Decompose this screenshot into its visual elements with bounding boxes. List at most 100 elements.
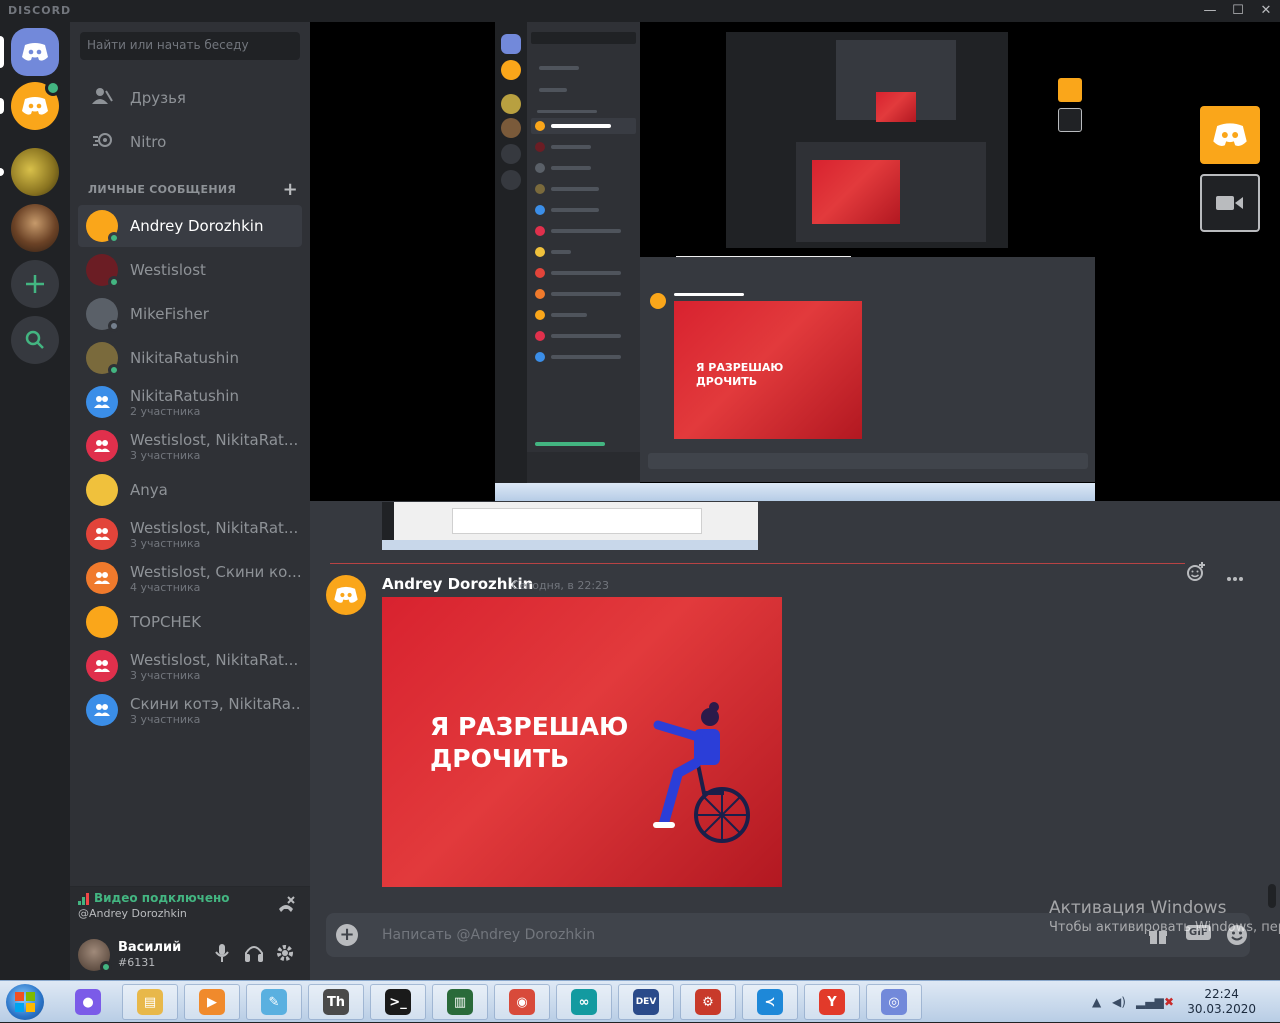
server-icon-face[interactable] [11,204,59,252]
message-avatar[interactable] [326,575,366,615]
message-image[interactable]: Я РАЗРЕШАЮ ДРОЧИТЬ [382,597,782,887]
devcpp-icon: DEV [633,989,659,1015]
taskbar-app[interactable]: ▤ [122,984,178,1020]
dm-item[interactable]: Anya [78,469,302,511]
dm-name: NikitaRatushin [130,349,239,367]
more-options-button[interactable] [1226,566,1244,587]
image-caption-line1: Я РАЗРЕШАЮ [430,712,629,741]
media-player-icon: ▶ [199,989,225,1015]
dm-item[interactable]: Westislost, NikitaRat... 3 участника [78,513,302,555]
search-input[interactable]: Найти или начать беседу [80,32,300,60]
disconnect-call-button[interactable] [276,895,296,920]
group-icon [94,440,110,452]
discord-logo-icon [334,586,358,603]
group-icon [94,396,110,408]
group-icon [94,660,110,672]
taskbar-app[interactable]: ▶ [184,984,240,1020]
home-button[interactable] [11,28,59,76]
volume-icon[interactable]: ◀) [1112,995,1126,1009]
taskbar-app[interactable]: ● [60,984,116,1020]
file-explorer-icon: ▤ [137,989,163,1015]
stream-taskbar [495,483,1095,501]
user-avatar [86,254,120,288]
dm-text: Westislost, NikitaRat... 3 участника [130,519,298,550]
dm-text: Westislost [130,261,206,279]
add-server-button[interactable] [11,260,59,308]
dm-item[interactable]: Westislost, NikitaRat... 3 участника [78,645,302,687]
maximize-button[interactable]: ☐ [1228,2,1248,20]
dm-item[interactable]: Andrey Dorozhkin [78,205,302,247]
stream-image-text: Я РАЗРЕШАЮ ДРОЧИТЬ [696,361,784,388]
taskbar-app[interactable]: ◎ [866,984,922,1020]
wheelchair-person-illustration [653,702,750,843]
dm-text: Westislost, NikitaRat... 3 участника [130,431,298,462]
dm-item[interactable]: Westislost, NikitaRat... 3 участника [78,425,302,467]
dm-text: Andrey Dorozhkin [130,217,263,235]
taskbar-app[interactable]: ∞ [556,984,612,1020]
dm-item[interactable]: MikeFisher [78,293,302,335]
dm-text: Westislost, Скини ко... 4 участника [130,563,302,594]
user-avatar[interactable] [78,939,112,973]
status-indicator-icon [108,276,120,288]
dm-name: Anya [130,481,168,499]
windows-logo-icon [15,992,35,1012]
dm-name: TOPCHEK [130,613,202,631]
close-button[interactable]: ✕ [1256,2,1276,20]
search-icon [25,330,44,349]
more-icon [1227,577,1243,581]
system-clock[interactable]: 22:24 30.03.2020 [1187,987,1256,1017]
create-dm-button[interactable]: + [283,179,298,200]
dm-text: Westislost, NikitaRat... 3 участника [130,651,298,682]
taskbar-app[interactable]: Y [804,984,860,1020]
taskbar-app[interactable]: ⚙ [680,984,736,1020]
network-icon[interactable]: ▂▄▆ [1136,995,1164,1009]
security-alert-icon[interactable]: ✖ [1164,995,1174,1009]
embedded-screenshot[interactable] [382,502,758,550]
dm-member-count: 4 участника [130,580,201,594]
discord-logo-icon [22,97,48,115]
dm-name: Скини котэ, NikitaRa... [130,694,302,713]
taskbar-app[interactable]: ▥ [432,984,488,1020]
friends-icon [92,87,116,110]
taskbar-app[interactable]: DEV [618,984,674,1020]
tray-expand-icon[interactable]: ▲ [1092,995,1101,1009]
participant-tile-andrey[interactable] [1200,106,1260,164]
upload-button[interactable]: + [336,924,358,946]
message-input[interactable]: Написать @Andrey Dorozhkin [382,927,595,943]
dm-item[interactable]: Скини котэ, NikitaRa... 3 участника [78,689,302,731]
minimize-button[interactable]: — [1200,2,1220,20]
deafen-button[interactable] [244,944,264,967]
microphone-icon [215,944,229,962]
watermark-subtitle: Чтобы активировать Windows, пере [1049,920,1280,935]
dm-name: NikitaRatushin [130,386,239,405]
add-reaction-icon [1187,562,1206,581]
nav-friends[interactable]: Друзья [78,78,302,118]
dm-item[interactable]: NikitaRatushin 2 участника [78,381,302,423]
explore-servers-button[interactable] [11,316,59,364]
dm-item[interactable]: TOPCHEK [78,601,302,643]
taskbar-app[interactable]: ≺ [742,984,798,1020]
selected-indicator [0,36,4,68]
voice-status-panel: Видео подключено @Andrey Dorozhkin [70,886,310,930]
nav-nitro[interactable]: Nitro [78,122,302,162]
add-reaction-button[interactable] [1186,562,1212,587]
dm-item[interactable]: NikitaRatushin [78,337,302,379]
video-stream[interactable]: Я РАЗРЕШАЮ ДРОЧИТЬ [310,22,1280,501]
dm-item[interactable]: Westislost [78,249,302,291]
message-author[interactable]: Andrey Dorozhkin [382,575,533,593]
main-area: Я РАЗРЕШАЮ ДРОЧИТЬ Andrey Dorozhkin Сего… [310,22,1280,980]
taskbar-app[interactable]: Th [308,984,364,1020]
dm-item[interactable]: Westislost, Скини ко... 4 участника [78,557,302,599]
taskbar-app[interactable]: ✎ [246,984,302,1020]
server-icon-food[interactable] [11,148,59,196]
taskbar-app[interactable]: >_ [370,984,426,1020]
start-button[interactable] [6,984,44,1020]
online-status-icon [100,961,112,973]
participant-tile-self[interactable] [1200,174,1260,232]
mute-button[interactable] [214,944,230,967]
dm-text: Anya [130,481,168,499]
taskbar-app[interactable]: ◉ [494,984,550,1020]
dm-server-andrey[interactable] [11,80,61,130]
user-settings-button[interactable] [276,944,294,967]
dm-name: Westislost, NikitaRat... [130,650,299,669]
